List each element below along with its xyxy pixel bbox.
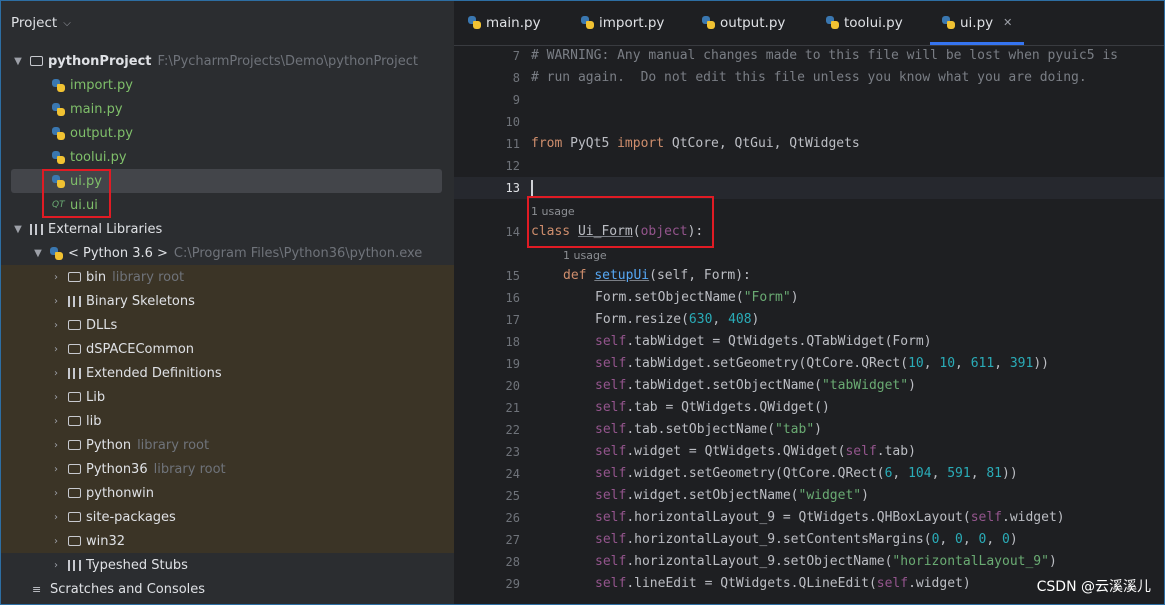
window-border <box>0 0 1165 605</box>
